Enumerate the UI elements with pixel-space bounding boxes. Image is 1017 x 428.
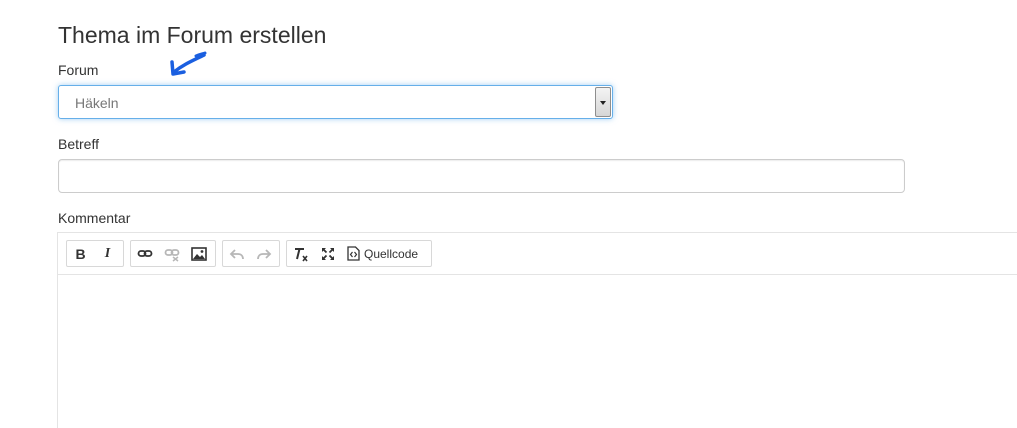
bold-icon: B <box>75 245 86 262</box>
subject-label: Betreff <box>58 136 99 152</box>
toolbar-group-tools: Quellcode <box>286 240 432 267</box>
image-button[interactable] <box>185 241 212 266</box>
redo-button[interactable] <box>250 241 277 266</box>
unlink-button[interactable] <box>158 241 185 266</box>
forum-select[interactable]: Häkeln <box>58 85 613 119</box>
italic-button[interactable]: I <box>94 241 121 266</box>
comment-textarea[interactable] <box>58 275 1017 428</box>
bold-button[interactable]: B <box>67 241 94 266</box>
link-button[interactable] <box>131 241 158 266</box>
toolbar-group-undo <box>222 240 280 267</box>
source-button[interactable]: Quellcode <box>341 241 424 266</box>
subject-input[interactable] <box>58 159 905 193</box>
forum-label: Forum <box>58 62 99 78</box>
link-icon <box>137 249 152 257</box>
forum-select-value: Häkeln <box>75 95 119 111</box>
toolbar-group-basicstyles: B I <box>66 240 124 267</box>
remove-format-button[interactable] <box>287 241 314 266</box>
redo-icon <box>256 248 271 259</box>
maximize-button[interactable] <box>314 241 341 266</box>
undo-icon <box>229 248 244 259</box>
toolbar-group-links <box>130 240 216 267</box>
page: Thema im Forum erstellen Forum Häkeln Be… <box>0 0 1017 428</box>
source-icon <box>347 246 360 261</box>
source-button-label: Quellcode <box>364 246 419 261</box>
comment-editor: B I Quellcode <box>57 232 1017 428</box>
image-icon <box>190 246 207 261</box>
page-title: Thema im Forum erstellen <box>58 22 327 48</box>
remove-format-icon <box>294 247 308 261</box>
comment-label: Kommentar <box>58 210 131 226</box>
undo-button[interactable] <box>223 241 250 266</box>
maximize-icon <box>321 247 334 260</box>
italic-icon: I <box>104 245 111 261</box>
annotation-arrow-icon <box>170 51 207 76</box>
unlink-icon <box>164 248 179 262</box>
chevron-down-icon[interactable] <box>595 87 611 117</box>
editor-toolbar: B I Quellcode <box>58 233 1017 275</box>
